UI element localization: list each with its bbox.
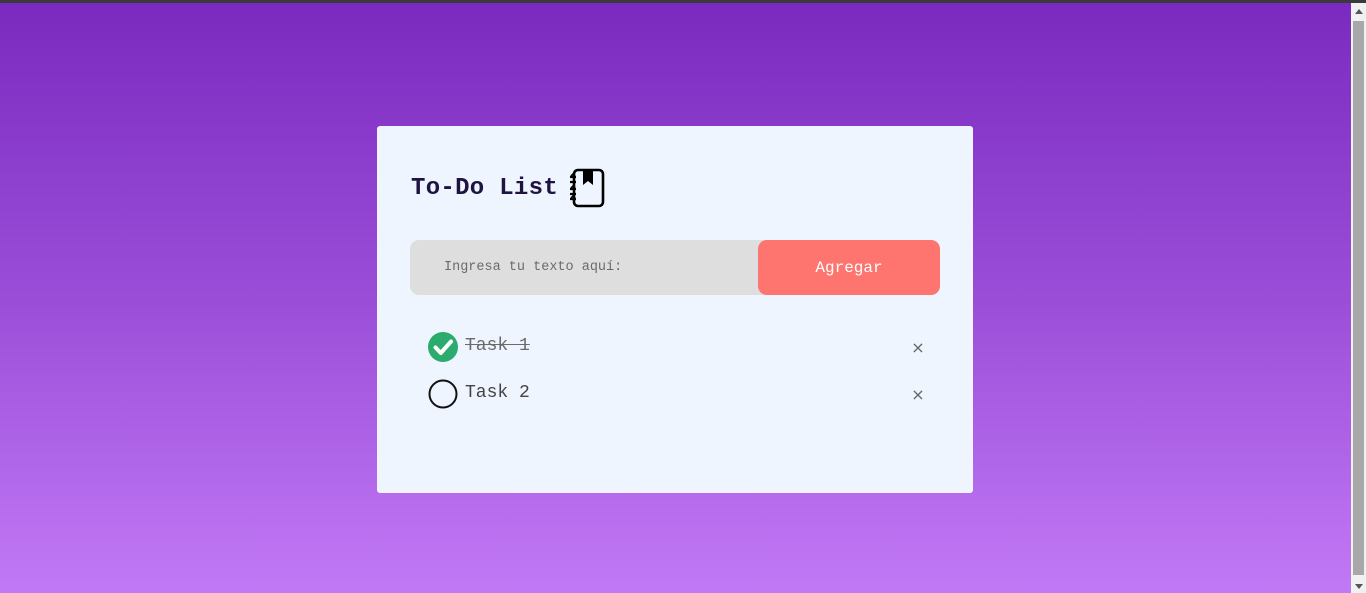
task-list: Task 1 × Task 2 × <box>428 330 928 424</box>
vertical-scrollbar[interactable] <box>1351 3 1366 593</box>
task-label: Task 2 <box>465 383 530 403</box>
scrollbar-thumb[interactable] <box>1353 21 1364 575</box>
unchecked-circle-icon[interactable] <box>428 379 458 409</box>
add-button[interactable]: Agregar <box>758 240 940 295</box>
delete-task-button[interactable]: × <box>908 385 928 405</box>
page-background: To-Do List Agregar Task 1 × <box>0 3 1351 593</box>
task-label: Task 1 <box>465 336 530 356</box>
task-item[interactable]: Task 1 × <box>428 330 928 377</box>
notebook-icon <box>570 168 605 208</box>
scroll-up-arrow-icon[interactable] <box>1355 9 1363 14</box>
delete-task-button[interactable]: × <box>908 338 928 358</box>
scroll-down-arrow-icon[interactable] <box>1355 584 1363 589</box>
page-title: To-Do List <box>411 174 559 202</box>
todo-card: To-Do List Agregar Task 1 × <box>377 126 973 493</box>
title-row: To-Do List <box>411 168 605 208</box>
task-item[interactable]: Task 2 × <box>428 377 928 424</box>
checked-circle-icon[interactable] <box>428 332 458 362</box>
add-task-form: Agregar <box>410 240 940 295</box>
task-input[interactable] <box>410 240 758 295</box>
